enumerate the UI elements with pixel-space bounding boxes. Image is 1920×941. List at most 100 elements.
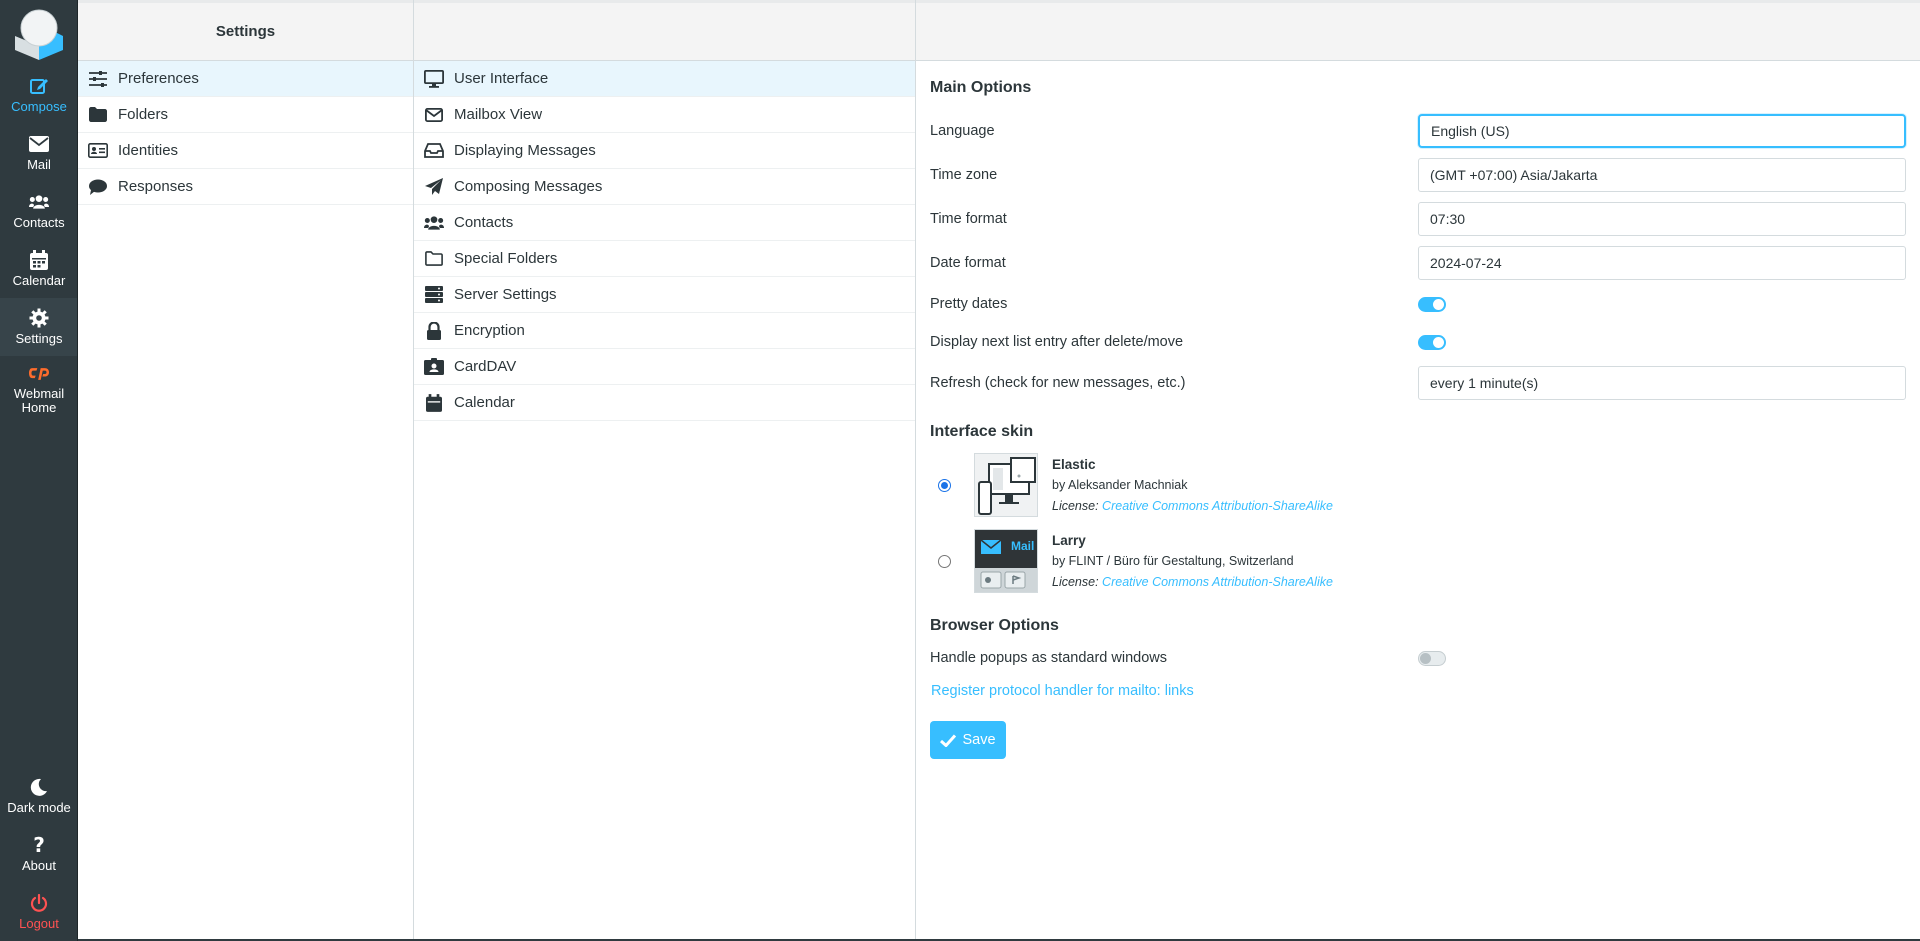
nav-about-label: About	[22, 858, 56, 873]
interface-skin-title: Interface skin	[930, 423, 1034, 440]
license-prefix: License:	[1052, 574, 1099, 589]
refresh-select[interactable]: every 1 minute(s)	[1418, 366, 1906, 400]
settings-header: Settings	[78, 0, 413, 61]
section-encryption[interactable]: Encryption	[414, 313, 915, 349]
popups-row: Handle popups as standard windows	[930, 639, 1906, 677]
skin-author: by FLINT / Büro für Gestaltung, Switzerl…	[1052, 553, 1294, 568]
question-icon: ?	[33, 833, 45, 857]
nav-settings[interactable]: Settings	[0, 298, 78, 356]
settings-item-folders[interactable]: Folders	[78, 97, 413, 133]
section-contacts[interactable]: Contacts	[414, 205, 915, 241]
language-label: Language	[930, 123, 995, 139]
settings-panel: Settings Preferences Folders Identities …	[78, 0, 414, 941]
nav-compose-label: Compose	[11, 99, 67, 114]
section-composing-messages[interactable]: Composing Messages	[414, 169, 915, 205]
pretty-dates-toggle[interactable]	[1418, 296, 1446, 312]
register-protocol-link[interactable]: Register protocol handler for mailto: li…	[931, 683, 1194, 699]
skin-elastic-radio[interactable]	[938, 478, 951, 492]
nav-mail-label: Mail	[27, 157, 51, 172]
settings-item-label: Identities	[118, 142, 179, 159]
section-calendar[interactable]: Calendar	[414, 385, 915, 421]
pretty-dates-row: Pretty dates	[930, 285, 1906, 323]
section-label: Mailbox View	[454, 106, 543, 123]
desktop-icon	[424, 69, 444, 89]
pretty-dates-label: Pretty dates	[930, 296, 1008, 312]
skin-elastic-info: Elastic by Aleksander Machniak License: …	[1052, 454, 1333, 517]
skin-license: License: Creative Commons Attribution-Sh…	[1052, 572, 1333, 593]
section-special-folders[interactable]: Special Folders	[414, 241, 915, 277]
section-label: Contacts	[454, 214, 514, 231]
popups-label: Handle popups as standard windows	[930, 650, 1167, 666]
sections-panel: User Interface Mailbox View Displaying M…	[414, 0, 916, 941]
skin-elastic: Elastic by Aleksander Machniak License: …	[930, 447, 1906, 523]
section-carddav[interactable]: CardDAV	[414, 349, 915, 385]
nav-about[interactable]: ? About	[0, 825, 78, 883]
envelope-outline-icon	[424, 105, 444, 125]
preferences-content: Main Options Language English (US) Time …	[916, 0, 1920, 941]
nav-calendar[interactable]: Calendar	[0, 240, 78, 298]
nav-dark-mode-label: Dark mode	[7, 800, 71, 815]
next-entry-row: Display next list entry after delete/mov…	[930, 323, 1906, 361]
nav-mail[interactable]: Mail	[0, 124, 78, 182]
section-label: Displaying Messages	[454, 142, 596, 159]
skin-larry-info: Larry by FLINT / Büro für Gestaltung, Sw…	[1052, 530, 1333, 593]
sliders-icon	[88, 69, 108, 89]
content-header	[916, 0, 1920, 61]
settings-item-label: Folders	[118, 106, 169, 123]
power-icon	[29, 893, 49, 913]
section-displaying-messages[interactable]: Displaying Messages	[414, 133, 915, 169]
skin-license-link[interactable]: Creative Commons Attribution-ShareAlike	[1102, 575, 1333, 589]
settings-item-identities[interactable]: Identities	[78, 133, 413, 169]
popups-toggle[interactable]	[1418, 650, 1446, 666]
time-format-row: Time format 07:30	[930, 197, 1906, 241]
id-card-icon	[88, 141, 108, 161]
nav-contacts[interactable]: Contacts	[0, 182, 78, 240]
cpanel-icon	[29, 364, 49, 384]
refresh-label: Refresh (check for new messages, etc.)	[930, 375, 1186, 391]
skin-name: Elastic	[1052, 456, 1096, 472]
section-label: CardDAV	[454, 358, 517, 375]
main-nav: Compose Mail Contacts Calendar Settings …	[0, 0, 78, 941]
nav-compose[interactable]: Compose	[0, 66, 78, 124]
nav-webmail-home[interactable]: Webmail Home	[0, 356, 78, 422]
section-mailbox-view[interactable]: Mailbox View	[414, 97, 915, 133]
nav-webmail-label-2: Home	[21, 399, 57, 415]
compose-icon	[29, 76, 49, 96]
paper-plane-icon	[424, 177, 444, 197]
gear-icon	[29, 308, 49, 328]
users-icon	[424, 213, 444, 233]
skin-license-link[interactable]: Creative Commons Attribution-ShareAlike	[1102, 499, 1333, 513]
settings-item-responses[interactable]: Responses	[78, 169, 413, 205]
section-user-interface[interactable]: User Interface	[414, 61, 915, 97]
time-format-select[interactable]: 07:30	[1418, 202, 1906, 236]
language-select[interactable]: English (US)	[1418, 114, 1906, 148]
address-card-icon	[424, 357, 444, 377]
nav-webmail-label-1: Webmail	[13, 385, 65, 401]
nav-settings-label: Settings	[15, 331, 63, 346]
skin-license: License: Creative Commons Attribution-Sh…	[1052, 496, 1333, 517]
section-label: Special Folders	[454, 250, 558, 267]
nav-dark-mode[interactable]: Dark mode	[0, 767, 78, 825]
refresh-row: Refresh (check for new messages, etc.) e…	[930, 361, 1906, 405]
section-label: Encryption	[454, 322, 525, 339]
timezone-select[interactable]: (GMT +07:00) Asia/Jakarta	[1418, 158, 1906, 192]
section-label: Composing Messages	[454, 178, 603, 195]
next-entry-toggle[interactable]	[1418, 334, 1446, 350]
skin-larry-radio[interactable]	[938, 554, 951, 568]
calendar-icon	[424, 393, 444, 413]
save-label: Save	[962, 732, 996, 748]
date-format-select[interactable]: 2024-07-24	[1418, 246, 1906, 280]
date-format-label: Date format	[930, 255, 1006, 271]
nav-logout[interactable]: Logout	[0, 883, 78, 941]
roundcube-logo[interactable]	[0, 0, 78, 66]
skin-larry-thumbnail: Mail	[974, 529, 1038, 593]
sections-header	[414, 0, 915, 61]
nav-contacts-label: Contacts	[13, 215, 65, 230]
lock-icon	[424, 321, 444, 341]
section-server-settings[interactable]: Server Settings	[414, 277, 915, 313]
save-button[interactable]: Save	[930, 721, 1006, 759]
settings-item-preferences[interactable]: Preferences	[78, 61, 413, 97]
comment-icon	[88, 177, 108, 197]
section-label: Server Settings	[454, 286, 557, 303]
browser-options-title: Browser Options	[930, 617, 1059, 634]
